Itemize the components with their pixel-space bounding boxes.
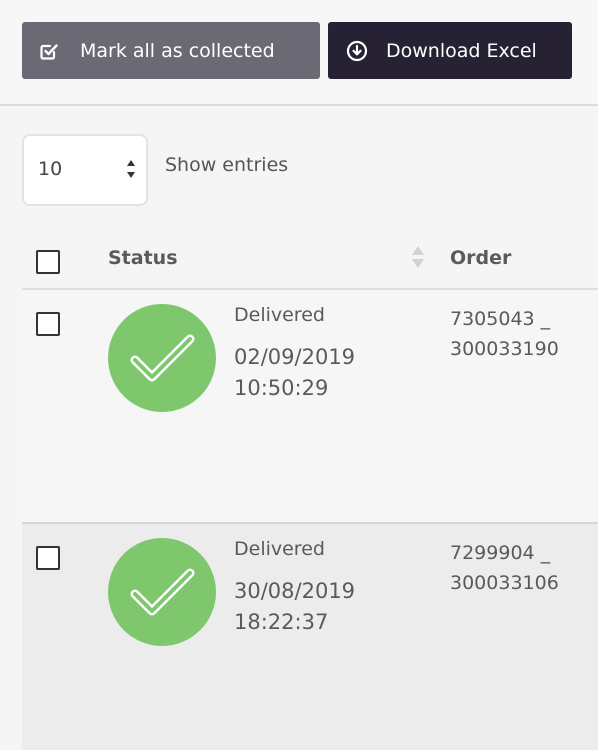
order-number-line2: 300033106 — [450, 572, 559, 594]
select-arrows-icon — [126, 158, 136, 180]
status-text: Delivered — [234, 304, 325, 326]
sort-icon[interactable] — [411, 244, 425, 270]
column-header-order[interactable]: Order — [450, 247, 511, 269]
checkbox-check-icon — [38, 40, 60, 62]
order-number-line1: 7299904 _ — [450, 542, 551, 564]
download-circle-icon — [346, 40, 368, 62]
download-excel-label: Download Excel — [386, 39, 537, 62]
table-row[interactable]: Delivered 02/09/2019 10:50:29 7305043 _ … — [22, 290, 598, 524]
order-number-line2: 300033190 — [450, 338, 559, 360]
show-entries-label: Show entries — [165, 154, 289, 176]
status-datetime: 02/09/2019 10:50:29 — [234, 342, 384, 404]
status-text: Delivered — [234, 538, 325, 560]
table-header: Status Order — [22, 228, 598, 290]
select-all-checkbox[interactable] — [36, 250, 60, 274]
status-datetime: 30/08/2019 18:22:37 — [234, 576, 384, 638]
column-header-status[interactable]: Status — [108, 247, 178, 269]
status-time: 18:22:37 — [234, 610, 329, 634]
order-number: 7299904 _ 300033106 — [450, 538, 598, 598]
entries-select-value: 10 — [38, 158, 63, 180]
mark-all-collected-button[interactable]: Mark all as collected — [22, 22, 320, 79]
table-row[interactable]: Delivered 30/08/2019 18:22:37 7299904 _ … — [22, 524, 598, 750]
status-time: 10:50:29 — [234, 376, 329, 400]
mark-all-collected-label: Mark all as collected — [80, 39, 275, 62]
order-number-line1: 7305043 _ — [450, 308, 551, 330]
order-number: 7305043 _ 300033190 — [450, 304, 598, 364]
row-checkbox[interactable] — [36, 312, 60, 336]
row-checkbox[interactable] — [36, 546, 60, 570]
entries-select[interactable]: 10 — [22, 134, 148, 206]
delivered-check-icon — [108, 304, 216, 412]
status-date: 30/08/2019 — [234, 579, 356, 603]
toolbar: Mark all as collected Download Excel — [0, 0, 598, 106]
status-date: 02/09/2019 — [234, 345, 356, 369]
delivered-check-icon — [108, 538, 216, 646]
download-excel-button[interactable]: Download Excel — [328, 22, 572, 79]
